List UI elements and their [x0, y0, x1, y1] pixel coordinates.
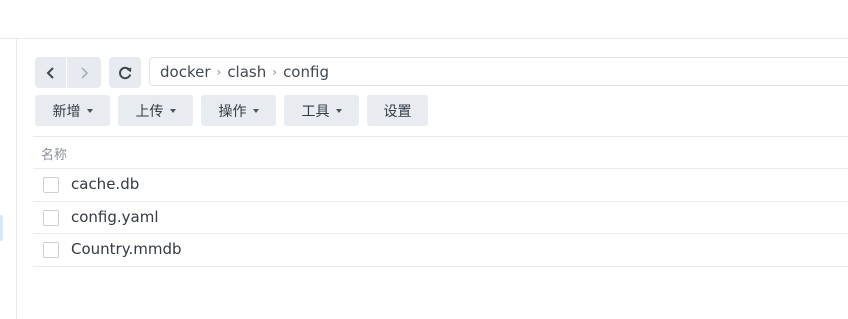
- file-row-country-mmdb[interactable]: Country.mmdb: [33, 234, 848, 266]
- new-button-label: 新增: [52, 103, 81, 120]
- file-row-cache-db[interactable]: cache.db: [33, 169, 848, 201]
- caret-down-icon: [169, 108, 176, 113]
- tools-button-label: 工具: [301, 103, 330, 120]
- row-checkbox[interactable]: [43, 242, 59, 258]
- breadcrumb-item-clash[interactable]: clash: [227, 63, 266, 81]
- chevron-right-icon: [81, 66, 89, 79]
- upload-button[interactable]: 上传: [118, 95, 193, 126]
- breadcrumb-separator: ›: [216, 64, 222, 79]
- file-name[interactable]: config.yaml: [71, 208, 159, 226]
- row-divider: [33, 266, 848, 267]
- caret-down-icon: [86, 108, 93, 113]
- selected-folder-indicator: [0, 215, 3, 241]
- chevron-left-icon: [46, 66, 54, 79]
- action-button-label: 操作: [218, 103, 247, 120]
- breadcrumb-item-docker[interactable]: docker: [160, 63, 211, 81]
- list-header-border: [33, 136, 848, 137]
- settings-button[interactable]: 设置: [367, 95, 428, 126]
- new-button[interactable]: 新增: [35, 95, 110, 126]
- refresh-button[interactable]: [109, 57, 141, 88]
- caret-down-icon: [252, 108, 259, 113]
- left-pane: [0, 39, 17, 319]
- action-button[interactable]: 操作: [201, 95, 276, 126]
- row-checkbox[interactable]: [43, 177, 59, 193]
- column-header-name[interactable]: 名称: [41, 144, 67, 163]
- breadcrumb-item-config[interactable]: config: [283, 63, 329, 81]
- tools-button[interactable]: 工具: [284, 95, 359, 126]
- refresh-icon: [119, 66, 132, 79]
- file-name[interactable]: cache.db: [71, 175, 139, 193]
- caret-down-icon: [335, 108, 342, 113]
- top-bar: [0, 0, 848, 39]
- file-row-config-yaml[interactable]: config.yaml: [33, 202, 848, 234]
- file-name[interactable]: Country.mmdb: [71, 240, 182, 258]
- forward-button[interactable]: [67, 57, 101, 88]
- back-button[interactable]: [35, 57, 66, 88]
- upload-button-label: 上传: [135, 103, 164, 120]
- settings-button-label: 设置: [383, 103, 412, 120]
- path-bar[interactable]: docker › clash › config: [149, 57, 848, 86]
- breadcrumb-separator: ›: [272, 64, 278, 79]
- row-checkbox[interactable]: [43, 210, 59, 226]
